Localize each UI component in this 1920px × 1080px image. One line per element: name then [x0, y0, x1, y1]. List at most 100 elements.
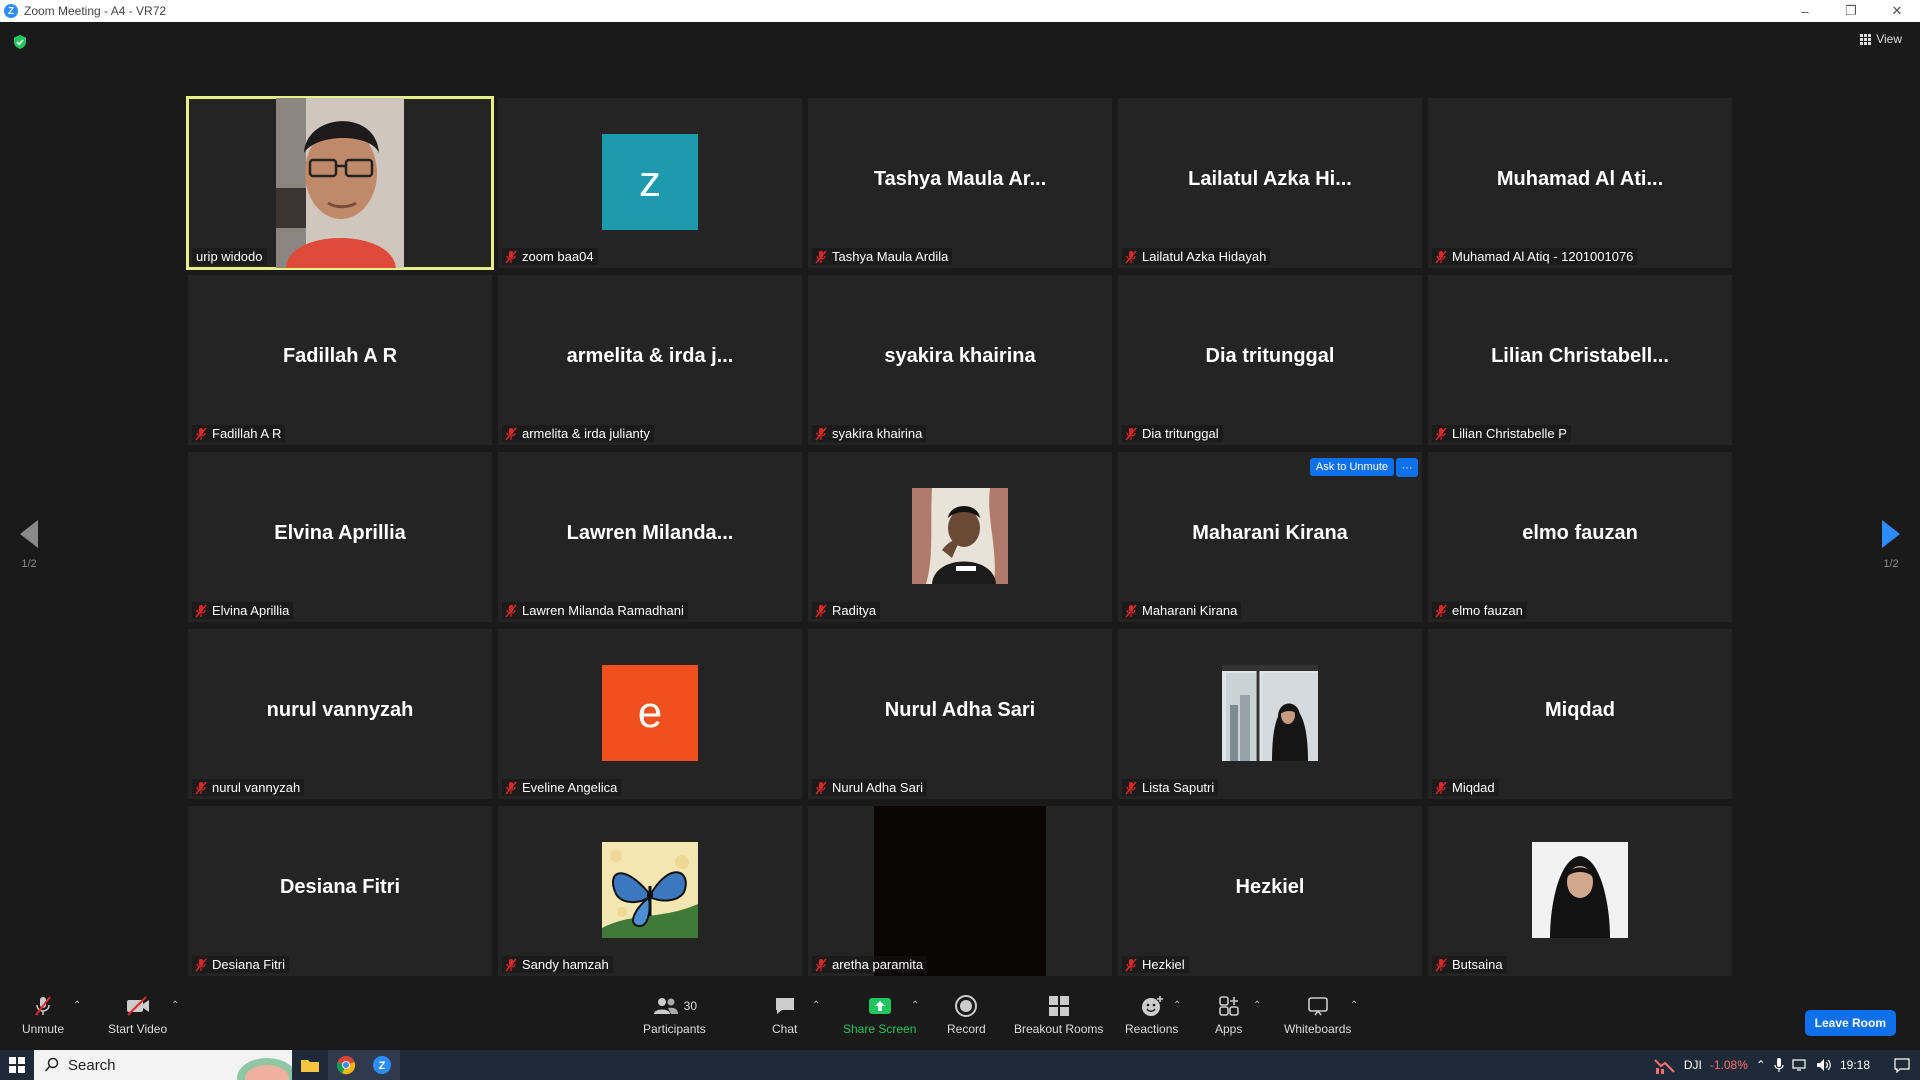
participant-tile[interactable]: Nurul Adha Sari Nurul Adha Sari: [808, 629, 1112, 799]
participant-tile[interactable]: Lista Saputri: [1118, 629, 1422, 799]
participant-name-label: zoom baa04: [502, 248, 598, 265]
share-options-caret-icon[interactable]: ⌃: [911, 1000, 919, 1011]
participant-tile[interactable]: Fadillah A R Fadillah A R: [188, 275, 492, 445]
page-indicator-left: 1/2: [21, 558, 37, 570]
participant-name-label: Lilian Christabelle P: [1432, 425, 1571, 442]
chat-label: Chat: [772, 1022, 798, 1036]
chat-button[interactable]: Chat: [772, 994, 797, 1036]
ask-to-unmute-button[interactable]: Ask to Unmute: [1309, 458, 1394, 476]
breakout-rooms-icon: [1048, 996, 1069, 1016]
whiteboards-options-caret-icon[interactable]: ⌃: [1350, 1000, 1358, 1011]
video-feed: [874, 806, 1046, 976]
participant-tile[interactable]: Hezkiel Hezkiel: [1118, 806, 1422, 976]
participant-tile[interactable]: Maharani Kirana Ask to Unmute ··· Maharani …: [1118, 452, 1422, 622]
participant-display-name: Tashya Maula Ar...: [873, 168, 1047, 190]
view-button[interactable]: View: [1860, 32, 1902, 46]
whiteboards-button[interactable]: Whiteboards: [1284, 994, 1351, 1036]
participant-name: Sandy hamzah: [522, 957, 609, 972]
video-feed: [276, 98, 404, 268]
participant-tile[interactable]: nurul vannyzah nurul vannyzah: [188, 629, 492, 799]
video-options-caret-icon[interactable]: ⌃: [171, 1000, 179, 1011]
whiteboards-label: Whiteboards: [1284, 1022, 1352, 1036]
participant-tile[interactable]: syakira khairina syakira khairina: [808, 275, 1112, 445]
breakout-rooms-button[interactable]: Breakout Rooms: [1014, 994, 1103, 1036]
participant-tile[interactable]: Sandy hamzah: [498, 806, 802, 976]
participant-display-name: Lawren Milanda...: [566, 522, 734, 544]
notifications-icon[interactable]: [1894, 1057, 1910, 1073]
participant-name: Lailatul Azka Hidayah: [1142, 249, 1267, 264]
mic-muted-icon: [1435, 250, 1447, 263]
participant-name-label: elmo fauzan: [1432, 602, 1527, 619]
network-icon[interactable]: [1792, 1058, 1808, 1072]
participant-tile[interactable]: e Eveline Angelica: [498, 629, 802, 799]
record-button[interactable]: Record: [947, 994, 986, 1036]
participant-tile[interactable]: urip widodo: [186, 96, 494, 270]
apps-button[interactable]: Apps: [1215, 994, 1242, 1036]
participant-tile[interactable]: z zoom baa04: [498, 98, 802, 268]
avatar: e: [602, 665, 698, 761]
file-explorer-icon[interactable]: [292, 1050, 328, 1080]
mic-muted-icon: [505, 427, 517, 440]
reactions-button[interactable]: Reactions: [1125, 994, 1178, 1036]
participant-name: nurul vannyzah: [212, 780, 301, 795]
next-page-button[interactable]: 1/2: [1876, 520, 1906, 570]
close-button[interactable]: ✕: [1874, 0, 1920, 22]
whiteboard-icon: [1307, 997, 1328, 1016]
audio-options-caret-icon[interactable]: ⌃: [73, 1000, 81, 1011]
start-button[interactable]: [0, 1050, 34, 1080]
share-screen-button[interactable]: Share Screen: [843, 994, 916, 1036]
participant-tile[interactable]: Lilian Christabell... Lilian Christabelle…: [1428, 275, 1732, 445]
leave-room-button[interactable]: Leave Room: [1804, 1010, 1896, 1036]
restore-button[interactable]: ❐: [1828, 0, 1874, 22]
reactions-options-caret-icon[interactable]: ⌃: [1173, 1000, 1181, 1011]
more-options-button[interactable]: ···: [1396, 458, 1418, 477]
mic-muted-icon: [1125, 781, 1137, 794]
participant-display-name: nurul vannyzah: [266, 699, 414, 721]
participant-name: Elvina Aprillia: [212, 603, 290, 618]
unmute-button[interactable]: Unmute: [22, 994, 64, 1036]
grid-icon: [1860, 33, 1872, 45]
participant-name-label: armelita & irda julianty: [502, 425, 654, 442]
participant-tile[interactable]: Elvina Aprillia Elvina Aprillia: [188, 452, 492, 622]
prev-page-button[interactable]: 1/2: [14, 520, 44, 570]
shield-icon[interactable]: [12, 34, 28, 50]
clock[interactable]: 19:18: [1840, 1058, 1870, 1072]
participant-tile[interactable]: Raditya: [808, 452, 1112, 622]
microphone-icon[interactable]: [1774, 1057, 1784, 1073]
participant-tile[interactable]: armelita & irda j... armelita & irda juli…: [498, 275, 802, 445]
participant-tile[interactable]: Butsaina: [1428, 806, 1732, 976]
apps-options-caret-icon[interactable]: ⌃: [1253, 1000, 1261, 1011]
participant-tile[interactable]: Tashya Maula Ar... Tashya Maula Ardila: [808, 98, 1112, 268]
meeting-area: View 1/2 1/2 urip widodo z zoom baa04 Tashy…: [0, 22, 1920, 980]
participant-tile[interactable]: Muhamad Al Ati... Muhamad Al Atiq - 12010…: [1428, 98, 1732, 268]
volume-icon[interactable]: [1816, 1058, 1832, 1072]
participant-tile[interactable]: Desiana Fitri Desiana Fitri: [188, 806, 492, 976]
chat-options-caret-icon[interactable]: ⌃: [812, 1000, 820, 1011]
participant-name: Tashya Maula Ardila: [832, 249, 949, 264]
mic-muted-icon: [1125, 958, 1137, 971]
participants-button[interactable]: 30 Participants: [643, 994, 706, 1036]
participant-tile[interactable]: Miqdad Miqdad: [1428, 629, 1732, 799]
chrome-icon[interactable]: [328, 1050, 364, 1080]
arrow-left-icon: [20, 520, 38, 548]
participant-tile[interactable]: Lawren Milanda... Lawren Milanda Ramadhan…: [498, 452, 802, 622]
mic-muted-icon: [505, 958, 517, 971]
participant-tile[interactable]: Lailatul Azka Hi... Lailatul Azka Hidayah: [1118, 98, 1422, 268]
participant-tile[interactable]: Dia tritunggal Dia tritunggal: [1118, 275, 1422, 445]
participant-name: Desiana Fitri: [212, 957, 285, 972]
participant-name: armelita & irda julianty: [522, 426, 650, 441]
zoom-taskbar-icon[interactable]: Z: [364, 1050, 400, 1080]
participant-tile[interactable]: elmo fauzan elmo fauzan: [1428, 452, 1732, 622]
mic-muted-icon: [1125, 250, 1137, 263]
minimize-button[interactable]: –: [1782, 0, 1828, 22]
show-hidden-icons-icon[interactable]: ⌃: [1756, 1058, 1766, 1072]
mic-muted-icon: [195, 427, 207, 440]
start-video-label: Start Video: [108, 1022, 168, 1036]
start-video-button[interactable]: Start Video: [108, 994, 167, 1036]
taskbar-search[interactable]: Search: [34, 1050, 292, 1080]
participant-name: urip widodo: [196, 249, 263, 264]
participant-tile[interactable]: aretha paramita: [808, 806, 1112, 976]
zoom-logo-icon: Z: [4, 4, 18, 18]
apps-label: Apps: [1215, 1022, 1243, 1036]
participant-name: Nurul Adha Sari: [832, 780, 924, 795]
